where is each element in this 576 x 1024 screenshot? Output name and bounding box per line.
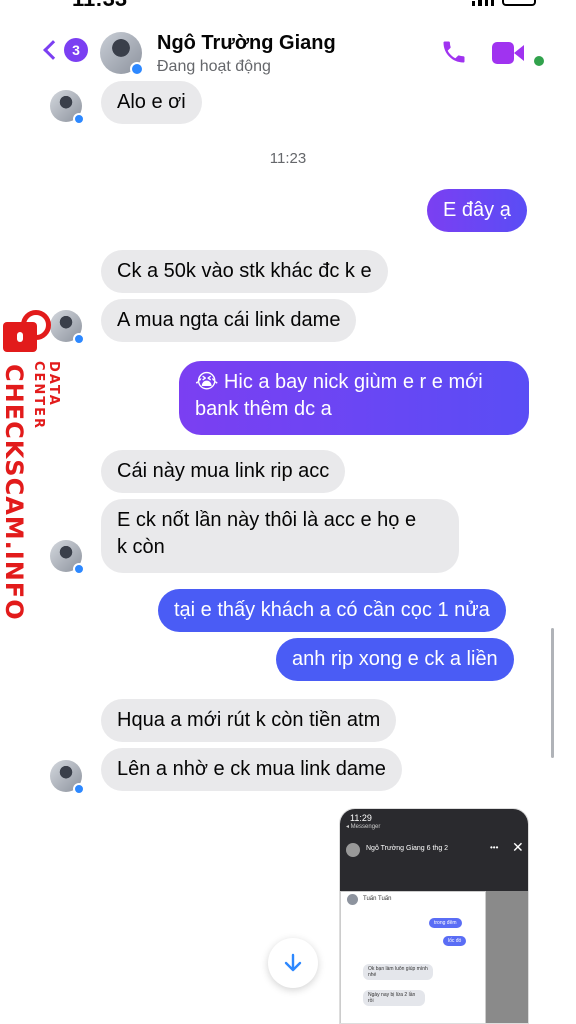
phone-icon[interactable] (440, 38, 468, 66)
scrollbar[interactable] (551, 628, 554, 758)
attachment-message: Ok bạn làm luôn giúp mình nhé (363, 964, 433, 980)
attachment-time: 11:29 (350, 813, 372, 823)
status-time: 11:33 (72, 0, 127, 10)
signal-icon (472, 0, 494, 6)
online-indicator (534, 56, 544, 66)
back-button[interactable]: 3 (42, 38, 88, 62)
attachment-message: lốc đó (443, 936, 467, 946)
message-line: 😭 Hic a bay nick giùm e r e mới (195, 371, 483, 393)
verified-icon (73, 333, 85, 345)
unread-badge: 3 (64, 38, 88, 62)
chevron-left-icon (43, 40, 63, 60)
scroll-to-bottom-button[interactable] (268, 938, 318, 988)
more-icon: ••• (490, 843, 499, 852)
close-icon: ✕ (512, 839, 524, 855)
attachment-contact-avatar (347, 894, 358, 905)
arrow-down-icon (284, 953, 302, 972)
composer-bar (0, 1014, 576, 1024)
battery-icon (502, 0, 536, 6)
sender-avatar[interactable] (50, 760, 85, 795)
message-incoming[interactable]: Lên a nhờ e ck mua link dame (101, 748, 402, 791)
attachment-name: Ngô Trường Giang 6 thg 2 (366, 845, 449, 852)
watermark-subtitle: DATA CENTER (31, 361, 61, 431)
message-line: E ck nốt lần này thôi là acc e họ e (117, 509, 417, 531)
attachment-header: 11:29 ◂ Messenger Ngô Trường Giang 6 thg… (340, 809, 528, 891)
message-incoming[interactable]: A mua ngta cái link dame (101, 299, 357, 342)
message-incoming[interactable]: Alo e ơi (101, 81, 202, 124)
attachment-chat: Tuấn Tuấn trong đêm lốc đó Ok bạn làm lu… (340, 891, 486, 1023)
lock-icon (3, 308, 51, 352)
message-incoming[interactable]: Cái này mua link rip acc (101, 450, 346, 493)
message-incoming[interactable]: Ck a 50k vào stk khác đc k e (101, 250, 388, 293)
message-incoming[interactable]: E ck nốt lần này thôi là acc e họ e k cò… (101, 499, 459, 573)
message-outgoing[interactable]: tại e thấy khách a có cần cọc 1 nửa (158, 589, 506, 632)
video-camera-icon[interactable] (492, 42, 528, 64)
status-icons (472, 0, 536, 6)
video-camera-lens (514, 45, 524, 61)
message-incoming[interactable]: Hqua a mới rút k còn tiền atm (101, 699, 397, 742)
message-line: bank thêm dc a (195, 398, 332, 420)
contact-avatar[interactable] (100, 32, 144, 76)
lock-keyhole (17, 332, 23, 342)
chat-header: 3 Ngô Trường Giang Đang hoạt động (0, 10, 576, 82)
attachment-message: trong đêm (429, 918, 462, 928)
video-camera-body (492, 42, 514, 64)
verified-icon (73, 783, 85, 795)
contact-name[interactable]: Ngô Trường Giang (157, 32, 336, 55)
message-outgoing[interactable]: 😭 Hic a bay nick giùm e r e mới bank thê… (179, 361, 529, 435)
watermark: DATA CENTER CHECKSCAM.INFO (0, 308, 64, 621)
verified-icon (73, 113, 85, 125)
attachment-message: Ngày nay bị lừa 2 lần rồi (363, 990, 425, 1006)
watermark-title: CHECKSCAM.INFO (0, 364, 28, 621)
attachment-contact: Tuấn Tuấn (363, 896, 392, 902)
contact-status: Đang hoạt động (157, 58, 271, 75)
message-outgoing[interactable]: anh rip xong e ck a liền (276, 638, 514, 681)
verified-icon (130, 62, 144, 76)
message-timestamp: 11:23 (269, 150, 307, 167)
image-attachment[interactable]: 11:29 ◂ Messenger Ngô Trường Giang 6 thg… (339, 808, 529, 1024)
sender-avatar[interactable] (50, 90, 85, 125)
message-outgoing[interactable]: E đây ạ (427, 189, 527, 232)
verified-icon (73, 563, 85, 575)
attachment-app: ◂ Messenger (346, 824, 381, 830)
message-line: k còn (117, 536, 165, 558)
attachment-avatar (346, 843, 360, 857)
status-bar: 11:33 (0, 0, 576, 10)
